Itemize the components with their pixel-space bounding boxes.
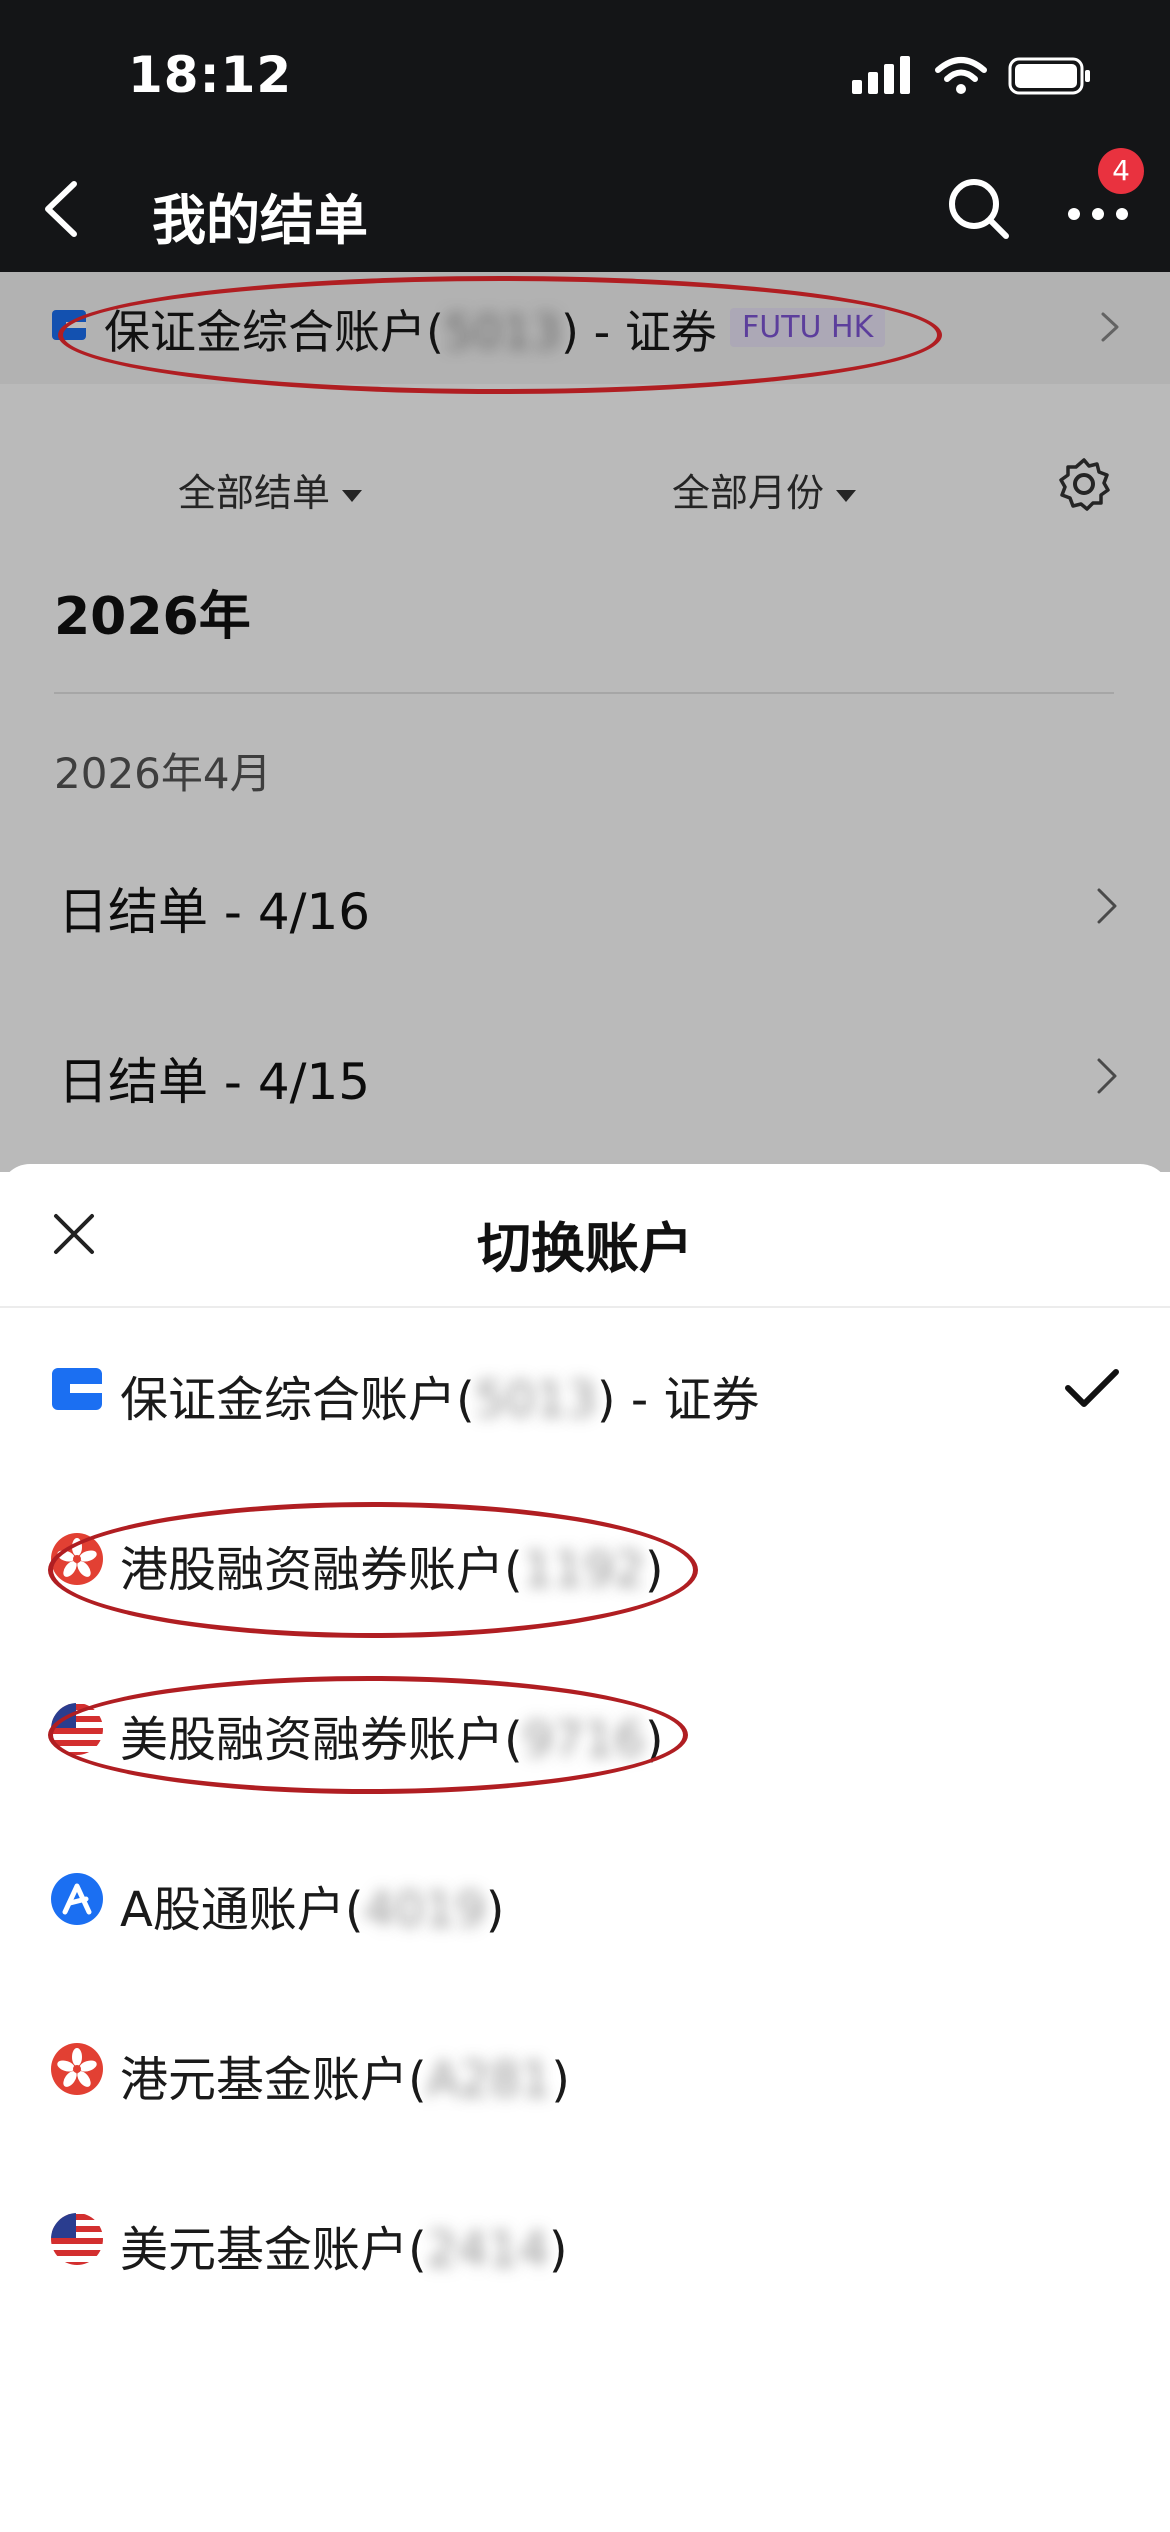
caret-down-icon (836, 489, 857, 502)
gear-icon[interactable] (1056, 456, 1112, 512)
account-name-suffix: ) (644, 1712, 664, 1768)
account-name-prefix: 保证金综合账户( (104, 305, 444, 359)
month-label: 2026年4月 (54, 749, 272, 798)
status-icons (852, 56, 1092, 96)
account-option-label: A股通账户(4019) (120, 1870, 504, 1940)
account-name: 港元基金账户( (120, 2052, 427, 2108)
account-option[interactable]: 港股融资融券账户(1192) (0, 1494, 1170, 1624)
account-name: A股通账户( (120, 1882, 364, 1938)
top-nav-bar: 我的结单 (0, 150, 1170, 272)
hk-flag-icon (51, 1533, 103, 1585)
masked-account-id: 4019 (363, 1882, 486, 1938)
account-option[interactable]: 美股融资融券账户(9716) (0, 1664, 1170, 1794)
card-icon (52, 1368, 102, 1410)
statement-label: 日结单 - 4/15 (58, 1053, 371, 1111)
account-name: 美元基金账户( (120, 2222, 427, 2278)
masked-account-id: 5013 (474, 1372, 597, 1428)
current-account-selector[interactable]: 保证金综合账户(5013) - 证券 FUTU HK (0, 272, 1170, 384)
masked-account-id: 2414 (426, 2222, 549, 2278)
status-time: 18:12 (128, 46, 293, 104)
switch-account-sheet: 切换账户 保证金综合账户(5013) - 证券 港股融资融券账户(1192) 美… (0, 1164, 1170, 2532)
statement-type-filter[interactable]: 全部结单 (178, 462, 363, 517)
account-name: 港股融资融券账户( (120, 1542, 523, 1598)
divider (0, 1306, 1170, 1308)
cellular-signal-icon (852, 56, 910, 94)
a-share-icon (51, 1873, 103, 1925)
wifi-icon (935, 57, 987, 94)
brand-tag: FUTU HK (730, 308, 886, 347)
month-filter-label: 全部月份 (672, 471, 825, 515)
sheet-title: 切换账户 (477, 1217, 693, 1280)
account-name-suffix: ) - 证券 (596, 1372, 760, 1428)
account-name-suffix: ) - 证券 (561, 305, 717, 359)
account-name: 美股融资融券账户( (120, 1712, 523, 1768)
caret-down-icon (342, 489, 363, 502)
checkmark-icon (1065, 1369, 1119, 1407)
account-name-suffix: ) (644, 1542, 664, 1598)
account-option-label: 美元基金账户(2414) (120, 2210, 568, 2280)
filter-row: 全部结单 全部月份 (0, 432, 1170, 532)
chevron-right-icon (1097, 888, 1117, 924)
back-arrow-icon[interactable] (34, 174, 94, 244)
masked-account-id: A281 (426, 2052, 552, 2108)
statement-row[interactable]: 日结单 - 4/16 (0, 842, 1170, 962)
battery-icon (1008, 57, 1090, 95)
statement-type-filter-label: 全部结单 (178, 471, 331, 515)
us-flag-icon (51, 1703, 103, 1755)
notification-badge: 4 (1098, 148, 1144, 194)
page-title: 我的结单 (152, 189, 368, 252)
card-icon (52, 310, 86, 340)
account-name-suffix: ) (548, 2222, 568, 2278)
account-option-label: 港股融资融券账户(1192) (120, 1530, 664, 1600)
search-icon[interactable] (944, 174, 1014, 244)
account-name: 保证金综合账户( (120, 1372, 475, 1428)
statement-label: 日结单 - 4/16 (58, 883, 371, 941)
status-bar: 18:12 (0, 0, 1170, 150)
chevron-right-icon (1101, 312, 1119, 342)
chevron-right-icon (1097, 1058, 1117, 1094)
statement-row[interactable]: 日结单 - 4/15 (0, 1012, 1170, 1132)
current-account-name: 保证金综合账户(5013) - 证券 (104, 296, 717, 362)
month-filter[interactable]: 全部月份 (672, 462, 857, 517)
account-option-label: 保证金综合账户(5013) - 证券 (120, 1360, 759, 1430)
us-flag-icon (51, 2213, 103, 2265)
account-option[interactable]: A股通账户(4019) (0, 1834, 1170, 1964)
account-option[interactable]: 港元基金账户(A281) (0, 2004, 1170, 2134)
account-name-suffix: ) (485, 1882, 505, 1938)
hk-flag-icon (51, 2043, 103, 2095)
year-title: 2026年 (54, 587, 251, 647)
more-menu-icon[interactable] (1064, 192, 1132, 232)
account-option-label: 美股融资融券账户(9716) (120, 1700, 664, 1770)
account-option[interactable]: 美元基金账户(2414) (0, 2174, 1170, 2304)
masked-account-id: 9716 (522, 1712, 645, 1768)
account-option[interactable]: 保证金综合账户(5013) - 证券 (0, 1324, 1170, 1454)
sheet-header: 切换账户 (0, 1164, 1170, 1308)
divider (54, 692, 1114, 694)
account-name-suffix: ) (551, 2052, 570, 2108)
masked-account-id: 1192 (522, 1542, 645, 1598)
account-option-label: 港元基金账户(A281) (120, 2040, 570, 2110)
masked-account-id: 5013 (443, 305, 562, 359)
statement-list-page: 保证金综合账户(5013) - 证券 FUTU HK 全部结单 全部月份 202… (0, 272, 1170, 1172)
